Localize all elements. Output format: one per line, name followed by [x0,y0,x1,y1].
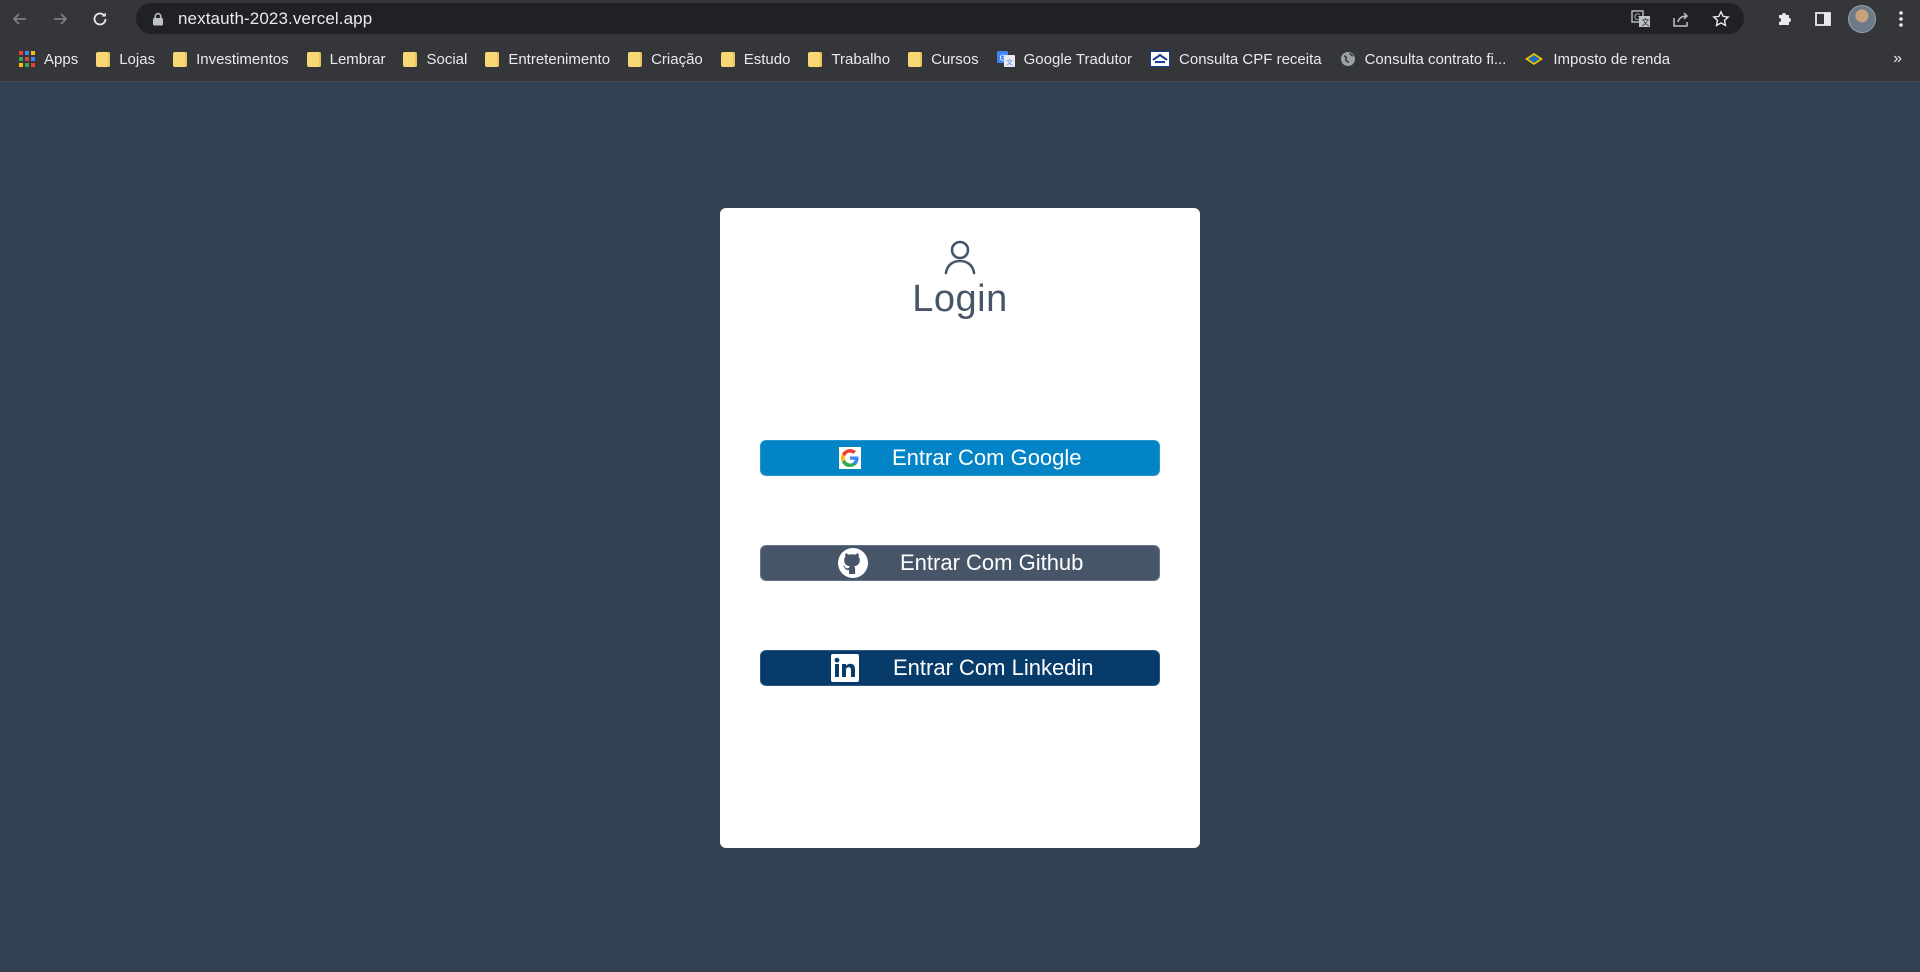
bookmark-consulta-contrato[interactable]: Consulta contrato fi... [1331,44,1516,74]
bookmark-label: Imposto de renda [1553,50,1671,68]
bookmarks-bar: Apps Lojas Investimentos Lembrar Social … [0,37,1920,82]
apps-grid-icon [19,51,35,67]
bookmark-folder-lojas[interactable]: Lojas [87,44,164,74]
bookmark-label: Entretenimento [508,50,611,68]
forward-arrow-icon [54,12,68,25]
side-panel-icon[interactable] [1810,6,1836,32]
linkedin-login-label: Entrar Com Linkedin [893,655,1094,680]
extensions-puzzle-icon[interactable] [1772,6,1798,32]
google-login-button[interactable]: Entrar Com Google [760,440,1160,476]
bookmark-star-icon[interactable] [1708,6,1734,32]
address-bar[interactable]: nextauth-2023.vercel.app G文 [136,3,1744,34]
github-login-label: Entrar Com Github [900,550,1084,575]
bookmark-folder-entretenimento[interactable]: Entretenimento [476,44,619,74]
bookmark-label: Cursos [931,50,979,68]
svg-text:文: 文 [1006,58,1013,67]
bookmark-folder-criacao[interactable]: Criação [619,44,712,74]
bookmark-label: Apps [44,50,79,68]
github-login-button[interactable]: Entrar Com Github [760,545,1160,581]
url-text: nextauth-2023.vercel.app [178,8,373,28]
folder-icon [306,51,321,67]
google-translate-icon: G文 [996,51,1015,67]
reload-button[interactable] [80,0,120,37]
bookmark-label: Social [426,50,468,68]
linkedin-icon [831,654,859,682]
back-arrow-icon [12,12,26,25]
google-login-label: Entrar Com Google [892,445,1082,470]
browser-toolbar: nextauth-2023.vercel.app G文 [0,0,1920,37]
bookmark-consulta-cpf[interactable]: Consulta CPF receita [1141,44,1331,74]
folder-icon [628,51,643,67]
bookmark-folder-trabalho[interactable]: Trabalho [799,44,899,74]
profile-avatar[interactable] [1848,4,1876,33]
bookmark-imposto-de-renda[interactable]: Imposto de renda [1515,44,1679,74]
reload-icon [93,12,107,25]
bookmark-label: Lembrar [329,50,386,68]
folder-icon [96,51,111,67]
share-icon[interactable] [1668,6,1694,32]
bookmark-label: Investimentos [196,50,289,68]
bookmark-folder-social[interactable]: Social [394,44,476,74]
bookmarks-overflow-button[interactable]: » [1893,37,1902,81]
github-icon [837,547,869,579]
imposto-icon [1524,51,1544,67]
bookmark-label: Google Tradutor [1023,50,1133,68]
bookmark-label: Criação [651,50,703,68]
bookmark-folder-investimentos[interactable]: Investimentos [164,44,298,74]
folder-icon [720,51,735,67]
svg-text:文: 文 [1642,17,1650,27]
forward-button[interactable] [40,0,80,37]
folder-icon [403,51,418,67]
bookmark-apps[interactable]: Apps [10,44,87,74]
receita-icon [1150,51,1171,67]
lock-icon [150,11,166,27]
bookmark-folder-estudo[interactable]: Estudo [712,44,800,74]
bookmark-label: Consulta contrato fi... [1364,50,1507,68]
bookmark-google-tradutor[interactable]: G文 Google Tradutor [988,44,1141,74]
kebab-menu-icon[interactable] [1888,6,1914,32]
google-icon [839,447,861,469]
bookmark-label: Lojas [119,50,156,68]
folder-icon [173,51,188,67]
translate-icon[interactable]: G文 [1628,6,1654,32]
bookmark-label: Estudo [743,50,791,68]
bookmark-folder-cursos[interactable]: Cursos [899,44,988,74]
folder-icon [908,51,923,67]
folder-icon [485,51,500,67]
bookmark-label: Consulta CPF receita [1179,50,1322,68]
user-icon [944,240,976,275]
globe-icon [1340,51,1356,67]
login-card: Login Entrar Com Google Entrar Com Githu… [720,208,1200,848]
folder-icon [808,51,823,67]
bookmark-folder-lembrar[interactable]: Lembrar [298,44,395,74]
linkedin-login-button[interactable]: Entrar Com Linkedin [760,650,1160,686]
page-title: Login [912,278,1008,320]
back-button[interactable] [0,0,40,37]
bookmark-label: Trabalho [831,50,891,68]
